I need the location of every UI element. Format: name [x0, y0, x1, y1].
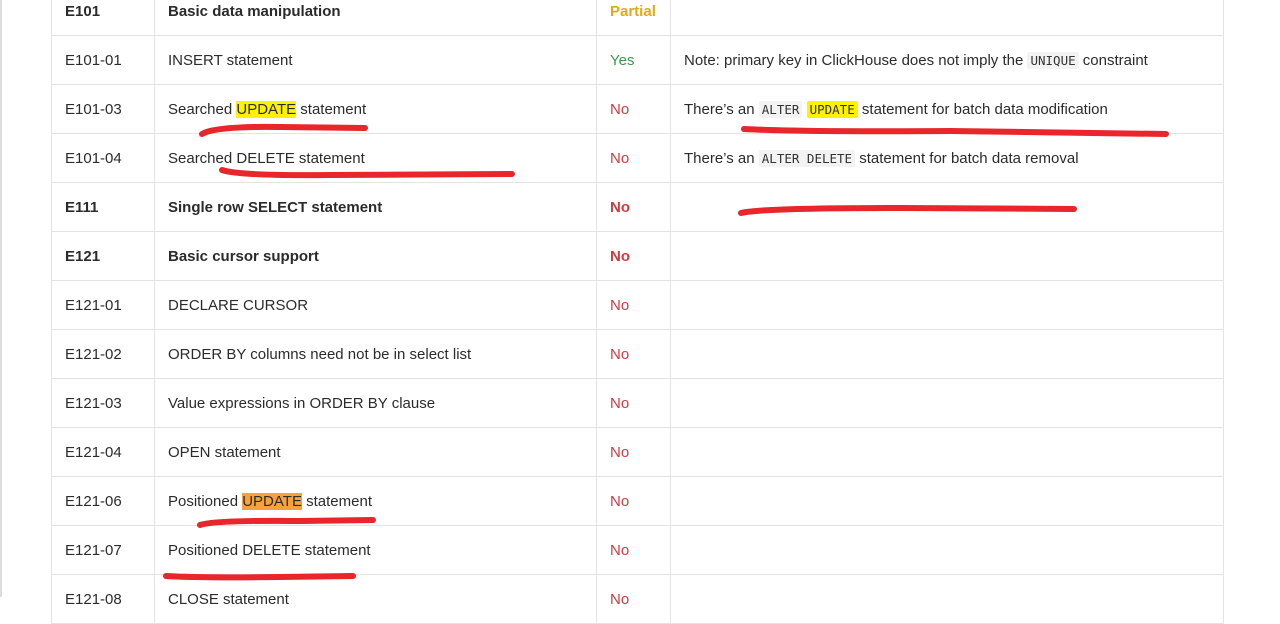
table-row: E121-07 Positioned DELETE statement No	[51, 525, 1224, 575]
feature-note	[670, 525, 1224, 575]
feature-name: Basic data manipulation	[154, 0, 597, 36]
feature-text: statement	[301, 492, 372, 510]
sql-compliance-table-container: E101 Basic data manipulation Partial E10…	[51, 0, 1224, 624]
feature-id: E121-01	[51, 280, 155, 330]
feature-note	[670, 231, 1224, 281]
note-text: constraint	[1078, 51, 1148, 69]
search-highlight: UPDATE	[236, 100, 297, 118]
feature-name: INSERT statement	[154, 35, 597, 85]
note-text: There’s an	[684, 149, 759, 167]
feature-name: Positioned UPDATE statement	[154, 476, 597, 526]
feature-name: Value expressions in ORDER BY clause	[154, 378, 597, 428]
feature-name: Single row SELECT statement	[154, 182, 597, 232]
feature-text: statement	[296, 100, 367, 118]
inline-code: ALTER	[758, 100, 803, 118]
status-no: No	[596, 378, 671, 428]
status-no: No	[596, 280, 671, 330]
sql-compliance-table: E101 Basic data manipulation Partial E10…	[51, 0, 1224, 624]
status-yes: Yes	[596, 35, 671, 85]
status-no: No	[596, 84, 671, 134]
table-row: E121 Basic cursor support No	[51, 231, 1224, 281]
feature-id: E101	[51, 0, 155, 36]
feature-id: E101-01	[51, 35, 155, 85]
feature-text: Searched	[168, 100, 237, 118]
status-no: No	[596, 574, 671, 624]
status-no: No	[596, 133, 671, 183]
feature-id: E121-04	[51, 427, 155, 477]
feature-name: Basic cursor support	[154, 231, 597, 281]
feature-note	[670, 182, 1224, 232]
status-partial: Partial	[596, 0, 671, 36]
note-text: statement for batch data modification	[857, 100, 1108, 118]
table-row: E121-02 ORDER BY columns need not be in …	[51, 329, 1224, 379]
status-no: No	[596, 329, 671, 379]
status-no: No	[596, 476, 671, 526]
feature-name: ORDER BY columns need not be in select l…	[154, 329, 597, 379]
feature-note	[670, 0, 1224, 36]
note-text: There’s an	[684, 100, 759, 118]
feature-note	[670, 280, 1224, 330]
feature-id: E121-07	[51, 525, 155, 575]
feature-id: E121-03	[51, 378, 155, 428]
table-row: E101-04 Searched DELETE statement No The…	[51, 133, 1224, 183]
table-row: E101-01 INSERT statement Yes Note: prima…	[51, 35, 1224, 85]
table-row: E121-03 Value expressions in ORDER BY cl…	[51, 378, 1224, 428]
feature-text: Positioned	[168, 492, 243, 510]
table-row: E121-01 DECLARE CURSOR No	[51, 280, 1224, 330]
table-row: E101-03 Searched UPDATE statement No The…	[51, 84, 1224, 134]
feature-note	[670, 329, 1224, 379]
feature-name: Searched DELETE statement	[154, 133, 597, 183]
table-row: E121-06 Positioned UPDATE statement No	[51, 476, 1224, 526]
feature-name: Positioned DELETE statement	[154, 525, 597, 575]
note-text: statement for batch data removal	[855, 149, 1079, 167]
note-text: Note: primary key in ClickHouse does not…	[684, 51, 1028, 69]
inline-code-highlight: UPDATE	[806, 100, 858, 118]
table-row: E121-08 CLOSE statement No	[51, 574, 1224, 624]
feature-note	[670, 476, 1224, 526]
feature-id: E101-04	[51, 133, 155, 183]
feature-name: DECLARE CURSOR	[154, 280, 597, 330]
feature-name: CLOSE statement	[154, 574, 597, 624]
page-left-border	[0, 0, 2, 597]
table-row: E101 Basic data manipulation Partial	[51, 0, 1224, 36]
feature-name: Searched UPDATE statement	[154, 84, 597, 134]
feature-id: E101-03	[51, 84, 155, 134]
status-no: No	[596, 427, 671, 477]
feature-id: E121	[51, 231, 155, 281]
feature-note	[670, 574, 1224, 624]
feature-name: OPEN statement	[154, 427, 597, 477]
feature-id: E111	[51, 182, 155, 232]
feature-id: E121-08	[51, 574, 155, 624]
feature-note: Note: primary key in ClickHouse does not…	[670, 35, 1224, 85]
status-no: No	[596, 182, 671, 232]
table-row: E121-04 OPEN statement No	[51, 427, 1224, 477]
status-no: No	[596, 525, 671, 575]
table-row: E111 Single row SELECT statement No	[51, 182, 1224, 232]
feature-id: E121-06	[51, 476, 155, 526]
inline-code: ALTER DELETE	[758, 149, 856, 167]
feature-note: There’s an ALTER DELETE statement for ba…	[670, 133, 1224, 183]
search-highlight-current: UPDATE	[242, 492, 302, 510]
status-no: No	[596, 231, 671, 281]
inline-code: UNIQUE	[1027, 51, 1079, 69]
feature-note	[670, 378, 1224, 428]
feature-note	[670, 427, 1224, 477]
feature-note: There’s an ALTER UPDATE statement for ba…	[670, 84, 1224, 134]
feature-id: E121-02	[51, 329, 155, 379]
